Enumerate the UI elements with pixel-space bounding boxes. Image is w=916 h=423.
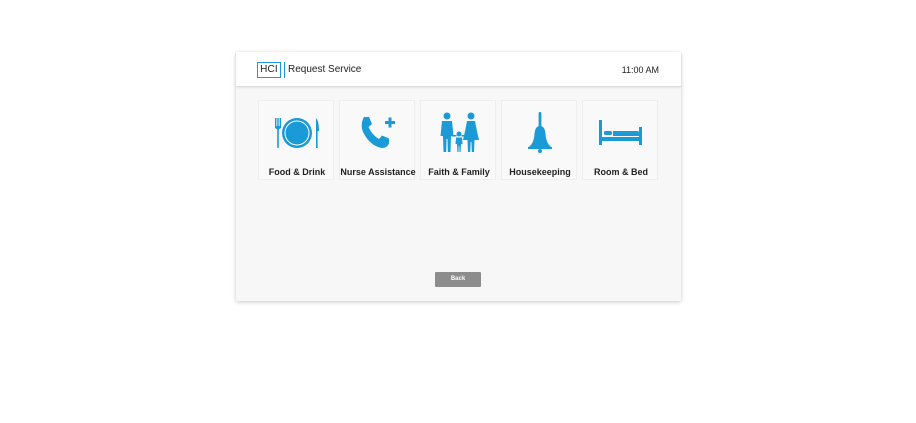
- tile-label: Food & Drink: [268, 167, 326, 177]
- tile-label: Nurse Assistance: [340, 167, 416, 177]
- clock-time: 11:00 AM: [621, 65, 659, 75]
- tile-label: Faith & Family: [428, 167, 490, 177]
- tile-faith-family[interactable]: Faith & Family: [420, 100, 496, 180]
- tile-nurse-assistance[interactable]: Nurse Assistance: [339, 100, 416, 180]
- tile-housekeeping[interactable]: Housekeeping: [501, 100, 577, 180]
- plate-cutlery-icon: [259, 111, 335, 155]
- tile-food-drink[interactable]: Food & Drink: [258, 100, 334, 180]
- header-bar: HCI Request Service 11:00 AM: [236, 52, 681, 87]
- tile-label: Housekeeping: [509, 167, 571, 177]
- family-icon: [421, 111, 497, 155]
- hci-logo: HCI: [257, 62, 281, 78]
- request-service-panel: HCI Request Service 11:00 AM Food & Drin…: [236, 52, 681, 301]
- bed-icon: [583, 111, 659, 155]
- phone-plus-icon: [340, 111, 416, 155]
- back-button[interactable]: Back: [435, 272, 481, 287]
- page-title: Request Service: [288, 64, 362, 75]
- tile-label: Room & Bed: [594, 167, 648, 177]
- tile-room-bed[interactable]: Room & Bed: [582, 100, 658, 180]
- logo-divider: [284, 62, 285, 78]
- bell-icon: [502, 111, 578, 155]
